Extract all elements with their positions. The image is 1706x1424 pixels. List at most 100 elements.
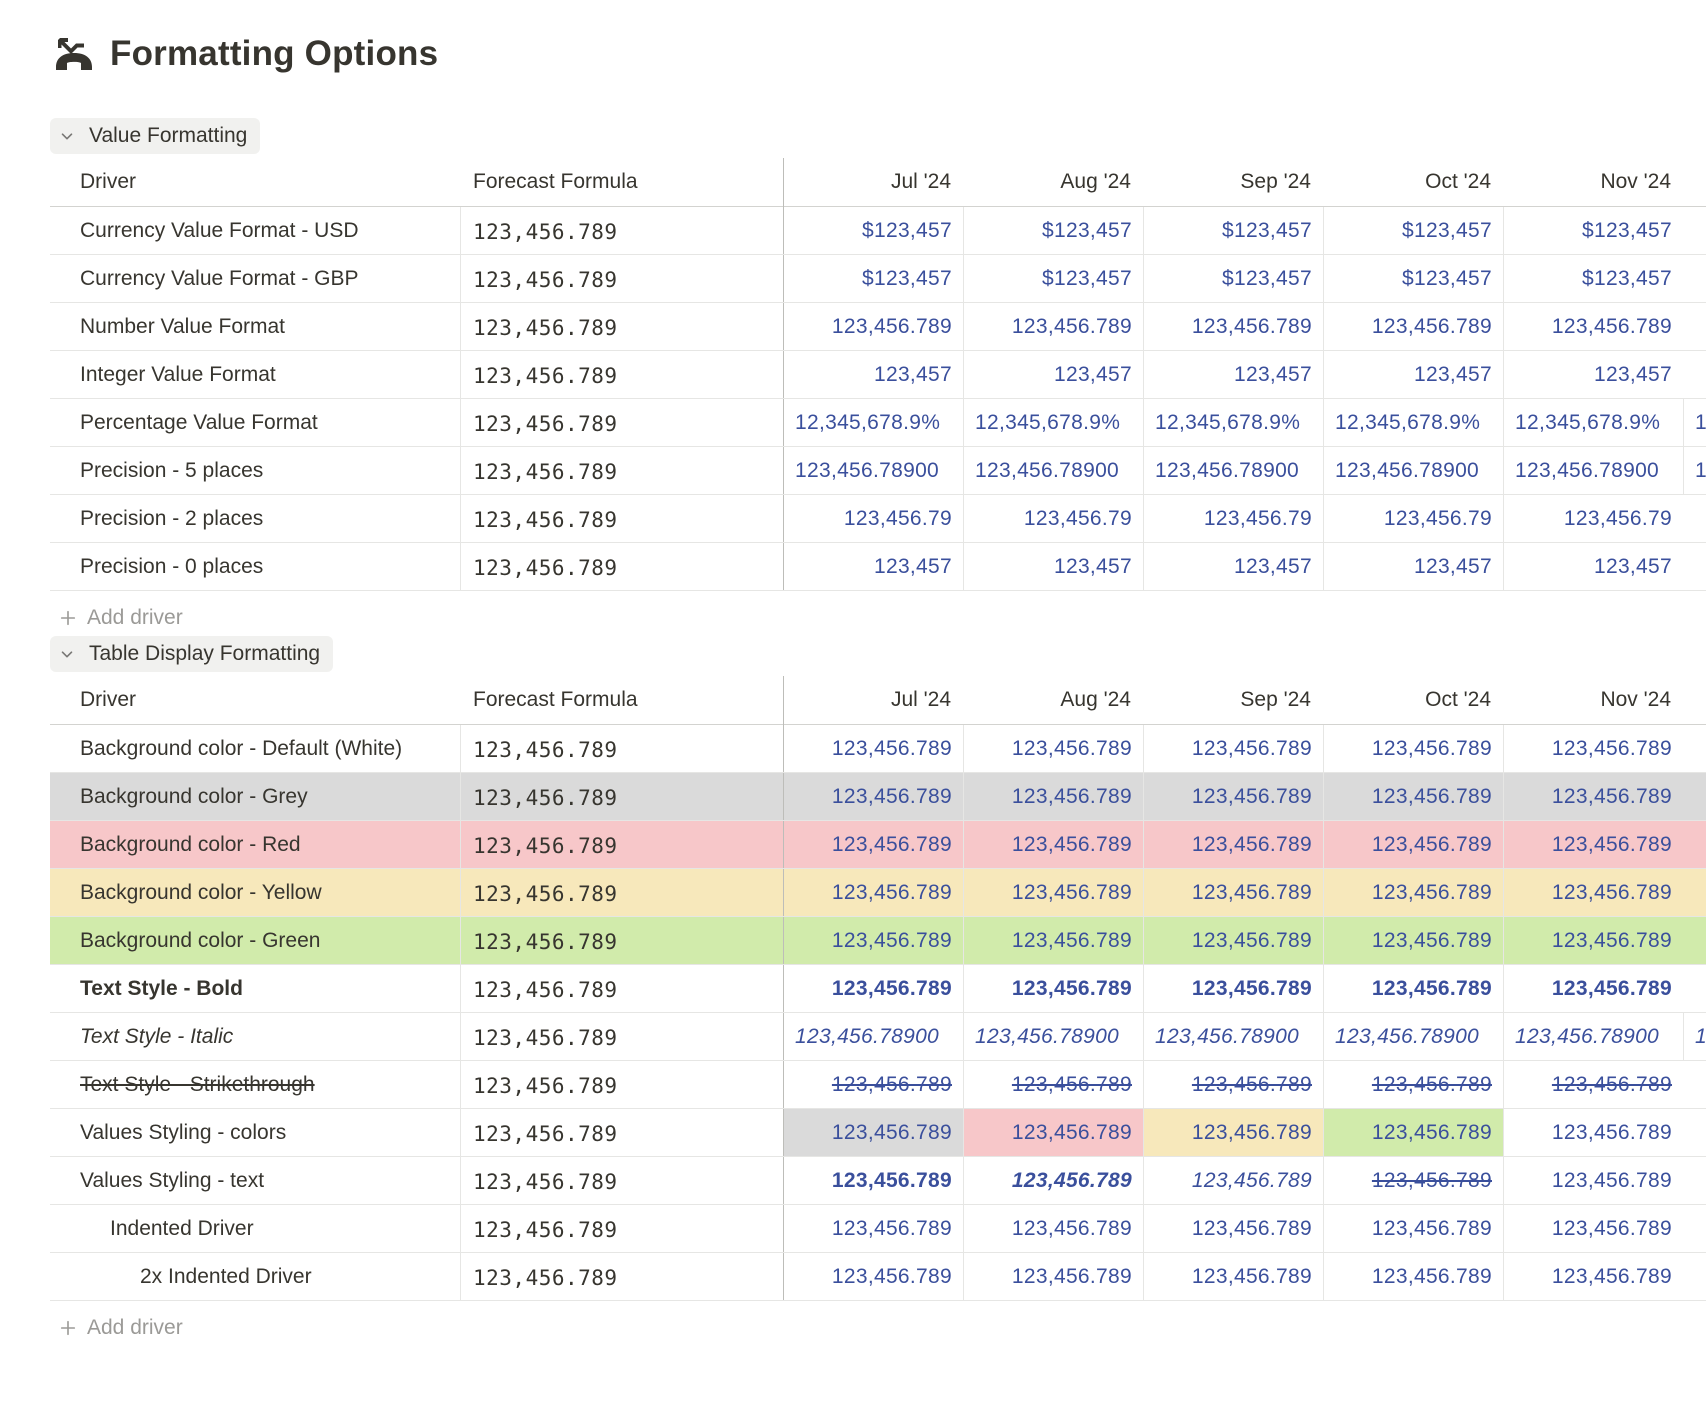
value-cell[interactable]: 123,457 [1323, 543, 1504, 590]
driver-name[interactable]: Number Value Format [80, 315, 285, 339]
value-cell[interactable]: 123,456.789 [1323, 773, 1504, 820]
value-cell[interactable]: $123,457 [783, 255, 964, 302]
value-cell[interactable]: 1 [1683, 1013, 1706, 1060]
table-row[interactable]: Integer Value Format 123,456.789 123,457 12… [50, 351, 1706, 399]
table-row[interactable]: Percentage Value Format 123,456.789 12,345… [50, 399, 1706, 447]
value-cell[interactable]: 123,456.789 [1503, 869, 1684, 916]
value-cell[interactable]: 123,457 [1143, 351, 1324, 398]
value-cell[interactable]: 123,456.789 [1503, 725, 1684, 772]
value-cell[interactable]: 123,456.789 [1503, 1061, 1684, 1108]
value-cell[interactable]: $123,457 [1143, 207, 1324, 254]
add-driver-button[interactable]: Add driver [50, 1301, 1706, 1355]
forecast-formula[interactable]: 123,456.789 [473, 316, 618, 340]
value-cell[interactable]: 123,456.789 [783, 869, 964, 916]
value-cell[interactable]: 123,456.789 [1143, 773, 1324, 820]
column-header-month[interactable]: Jul '24 [801, 688, 951, 712]
value-cell[interactable]: 123,456.789 [1503, 1253, 1684, 1300]
value-cell[interactable]: 123,457 [783, 351, 964, 398]
value-cell[interactable]: 123,457 [963, 351, 1144, 398]
value-cell[interactable]: 123,456.789 [963, 1061, 1144, 1108]
value-cell[interactable]: 123,457 [1323, 351, 1504, 398]
table-row[interactable]: Precision - 0 places 123,456.789 123,457 12… [50, 543, 1706, 591]
value-cell[interactable]: 123,456.789 [1143, 1109, 1324, 1156]
value-cell[interactable]: 123,456.789 [963, 725, 1144, 772]
value-cell[interactable]: 123,456.789 [783, 1205, 964, 1252]
value-cell[interactable]: 123,456.789 [963, 303, 1144, 350]
value-cell[interactable]: 123,457 [1503, 543, 1684, 590]
forecast-formula[interactable]: 123,456.789 [473, 1170, 618, 1194]
value-cell[interactable]: 123,456.789 [783, 1061, 964, 1108]
table-row[interactable]: Text Style - Italic 123,456.789 123,456.78… [50, 1013, 1706, 1061]
value-cell[interactable]: 123,456.79 [1143, 495, 1324, 542]
value-cell[interactable]: 123,456.789 [1323, 1157, 1504, 1204]
value-cell[interactable]: 12,345,678.9% [963, 399, 1144, 446]
column-header-formula[interactable]: Forecast Formula [473, 170, 638, 194]
value-cell[interactable]: 123,456.78900 [783, 447, 964, 494]
driver-name[interactable]: Currency Value Format - USD [80, 219, 359, 243]
driver-name[interactable]: Background color - Default (White) [80, 737, 402, 761]
value-cell[interactable]: 123,456.789 [783, 725, 964, 772]
driver-name[interactable]: Text Style - Italic [80, 1025, 233, 1049]
table-row[interactable]: Values Styling - colors 123,456.789 123,45… [50, 1109, 1706, 1157]
value-cell[interactable]: 123,456.789 [963, 1157, 1144, 1204]
value-cell[interactable]: 123,457 [1143, 543, 1324, 590]
value-cell[interactable]: 123,456.789 [1143, 965, 1324, 1012]
value-cell[interactable]: $123,457 [963, 255, 1144, 302]
value-cell[interactable]: 123,456.789 [1323, 917, 1504, 964]
table-row[interactable]: Text Style - Strikethrough 123,456.789 123… [50, 1061, 1706, 1109]
value-cell[interactable]: 12,345,678.9% [783, 399, 964, 446]
value-cell[interactable]: 123,456.789 [963, 965, 1144, 1012]
value-cell[interactable]: 123,456.789 [1143, 1061, 1324, 1108]
driver-name[interactable]: Integer Value Format [80, 363, 276, 387]
value-cell[interactable]: 123,456.789 [963, 773, 1144, 820]
driver-name[interactable]: 2x Indented Driver [140, 1265, 312, 1289]
column-header-month[interactable]: Oct '24 [1341, 688, 1491, 712]
value-cell[interactable]: 123,456.78900 [1503, 447, 1684, 494]
forecast-formula[interactable]: 123,456.789 [473, 1122, 618, 1146]
value-cell[interactable]: 123,456.789 [963, 1109, 1144, 1156]
value-cell[interactable]: 123,456.789 [1323, 965, 1504, 1012]
value-cell[interactable]: 123,456.789 [1143, 1205, 1324, 1252]
table-row[interactable]: Indented Driver 123,456.789 123,456.789 123… [50, 1205, 1706, 1253]
column-header-month[interactable]: Sep '24 [1161, 688, 1311, 712]
value-cell[interactable]: 123,456.789 [1323, 1109, 1504, 1156]
value-cell[interactable]: 123,456.789 [783, 917, 964, 964]
group-toggle[interactable]: Table Display Formatting [50, 636, 334, 672]
forecast-formula[interactable]: 123,456.789 [473, 1218, 618, 1242]
table-row[interactable]: Values Styling - text 123,456.789 123,456.… [50, 1157, 1706, 1205]
value-cell[interactable]: 123,456.78900 [783, 1013, 964, 1060]
value-cell[interactable]: 123,456.789 [1143, 1157, 1324, 1204]
value-cell[interactable]: 123,456.789 [1323, 821, 1504, 868]
driver-name[interactable]: Currency Value Format - GBP [80, 267, 359, 291]
value-cell[interactable]: 123,457 [1503, 351, 1684, 398]
value-cell[interactable]: 123,456.78900 [1143, 1013, 1324, 1060]
value-cell[interactable]: 123,456.789 [963, 821, 1144, 868]
value-cell[interactable]: 123,456.789 [1323, 1061, 1504, 1108]
column-header-month[interactable]: Aug '24 [981, 170, 1131, 194]
value-cell[interactable]: 123,456.789 [1503, 965, 1684, 1012]
forecast-formula[interactable]: 123,456.789 [473, 460, 618, 484]
driver-name[interactable]: Precision - 5 places [80, 459, 263, 483]
column-header-month[interactable]: Sep '24 [1161, 170, 1311, 194]
value-cell[interactable]: 123,456.789 [783, 965, 964, 1012]
table-row[interactable]: Background color - Green 123,456.789 123,4… [50, 917, 1706, 965]
value-cell[interactable]: 123,456.789 [1503, 773, 1684, 820]
forecast-formula[interactable]: 123,456.789 [473, 738, 618, 762]
value-cell[interactable]: 123,456.79 [1503, 495, 1684, 542]
column-header-month[interactable]: Oct '24 [1341, 170, 1491, 194]
value-cell[interactable]: $123,457 [1503, 207, 1684, 254]
driver-name[interactable]: Text Style - Bold [80, 977, 243, 1001]
forecast-formula[interactable]: 123,456.789 [473, 930, 618, 954]
table-row[interactable]: Background color - Yellow 123,456.789 123,… [50, 869, 1706, 917]
value-cell[interactable]: 123,456.789 [1503, 1157, 1684, 1204]
value-cell[interactable]: 123,456.789 [1143, 1253, 1324, 1300]
value-cell[interactable]: $123,457 [783, 207, 964, 254]
value-cell[interactable]: 123,456.789 [963, 1205, 1144, 1252]
value-cell[interactable]: $123,457 [1503, 255, 1684, 302]
forecast-formula[interactable]: 123,456.789 [473, 412, 618, 436]
value-cell[interactable]: $123,457 [963, 207, 1144, 254]
value-cell[interactable]: 123,456.789 [1503, 917, 1684, 964]
value-cell[interactable]: 12,345,678.9% [1323, 399, 1504, 446]
table-row[interactable]: Currency Value Format - USD 123,456.789 $1… [50, 207, 1706, 255]
value-cell[interactable]: 123,456.78900 [1323, 447, 1504, 494]
